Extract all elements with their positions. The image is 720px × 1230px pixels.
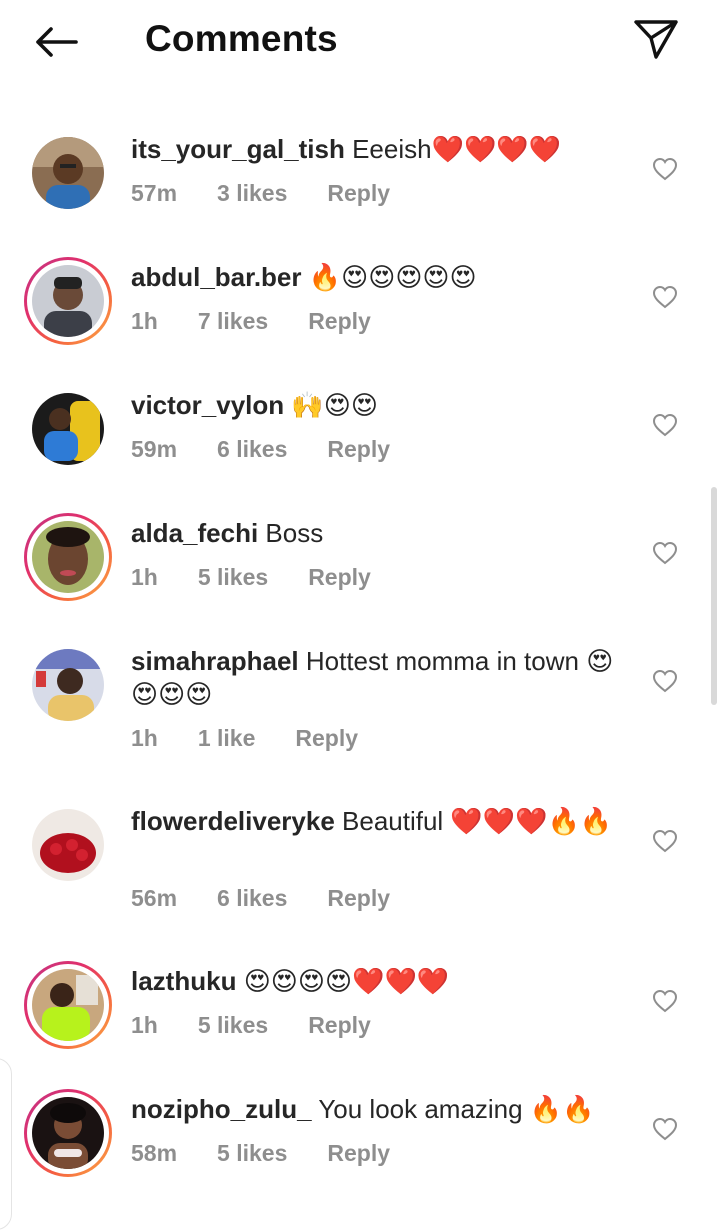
like-button[interactable]: [648, 664, 682, 698]
avatar[interactable]: [24, 641, 112, 729]
arrow-left-icon: [36, 27, 78, 57]
comment-time: 56m: [131, 885, 178, 911]
comment-time: 1h: [131, 308, 158, 334]
reply-button[interactable]: Reply: [327, 885, 390, 912]
comment-likes[interactable]: 5 likes: [198, 1012, 268, 1039]
like-button[interactable]: [648, 1112, 682, 1146]
reply-button[interactable]: Reply: [327, 180, 390, 207]
like-button[interactable]: [648, 152, 682, 186]
comment-likes[interactable]: 5 likes: [217, 1140, 287, 1167]
reply-button[interactable]: Reply: [327, 1140, 390, 1167]
reply-button[interactable]: Reply: [327, 436, 390, 463]
comment-text: 🙌😍😍: [291, 390, 378, 420]
avatar[interactable]: [24, 961, 112, 1049]
heart-outline-icon: [652, 413, 678, 437]
scrollbar[interactable]: [711, 487, 717, 705]
avatar[interactable]: [24, 1089, 112, 1177]
heart-outline-icon: [652, 829, 678, 853]
back-button[interactable]: [26, 18, 86, 66]
comment-text: Eeeish❤️❤️❤️❤️: [352, 134, 562, 164]
comment-text: 😍😍😍😍❤️❤️❤️: [243, 966, 450, 996]
like-button[interactable]: [648, 280, 682, 314]
comment-username[interactable]: flowerdeliveryke: [131, 806, 335, 836]
comment-time: 1h: [131, 564, 158, 590]
comment-time: 57m: [131, 180, 178, 206]
comment-time: 58m: [131, 1140, 178, 1166]
heart-outline-icon: [652, 285, 678, 309]
comment-likes[interactable]: 6 likes: [217, 885, 287, 912]
avatar[interactable]: [24, 385, 112, 473]
avatar[interactable]: [24, 257, 112, 345]
comment-likes[interactable]: 6 likes: [217, 436, 287, 463]
comment-text: You look amazing 🔥🔥: [318, 1094, 595, 1124]
avatar[interactable]: [24, 801, 112, 889]
side-panel-edge[interactable]: [0, 1058, 12, 1230]
comment-time: 59m: [131, 436, 178, 462]
heart-outline-icon: [652, 669, 678, 693]
reply-button[interactable]: Reply: [308, 308, 371, 335]
heart-outline-icon: [652, 157, 678, 181]
share-button[interactable]: [626, 12, 686, 66]
comment-time: 1h: [131, 725, 158, 751]
like-button[interactable]: [648, 984, 682, 1018]
heart-outline-icon: [652, 541, 678, 565]
avatar[interactable]: [24, 513, 112, 601]
comment-likes[interactable]: 3 likes: [217, 180, 287, 207]
like-button[interactable]: [648, 824, 682, 858]
page-title: Comments: [145, 18, 338, 59]
reply-button[interactable]: Reply: [295, 725, 358, 752]
comment-username[interactable]: alda_fechi: [131, 518, 258, 548]
comment-text: Beautiful ❤️❤️❤️🔥🔥: [342, 806, 613, 836]
heart-outline-icon: [652, 989, 678, 1013]
heart-outline-icon: [652, 1117, 678, 1141]
reply-button[interactable]: Reply: [308, 1012, 371, 1039]
comment-time: 1h: [131, 1012, 158, 1038]
comment-username[interactable]: victor_vylon: [131, 390, 284, 420]
comment-username[interactable]: nozipho_zulu_: [131, 1094, 312, 1124]
comment-username[interactable]: abdul_bar.ber: [131, 262, 302, 292]
comment-likes[interactable]: 7 likes: [198, 308, 268, 335]
paper-plane-icon: [634, 20, 678, 59]
comment-username[interactable]: lazthuku: [131, 966, 236, 996]
like-button[interactable]: [648, 408, 682, 442]
comment-username[interactable]: simahraphael: [131, 646, 299, 676]
like-button[interactable]: [648, 536, 682, 570]
avatar[interactable]: [24, 129, 112, 217]
comment-text: 🔥😍😍😍😍😍: [308, 262, 477, 292]
comment-text: Boss: [265, 518, 324, 548]
comment-likes[interactable]: 1 like: [198, 725, 256, 752]
comment-username[interactable]: its_your_gal_tish: [131, 134, 345, 164]
top-bar: Comments: [0, 0, 720, 84]
reply-button[interactable]: Reply: [308, 564, 371, 591]
comment-likes[interactable]: 5 likes: [198, 564, 268, 591]
